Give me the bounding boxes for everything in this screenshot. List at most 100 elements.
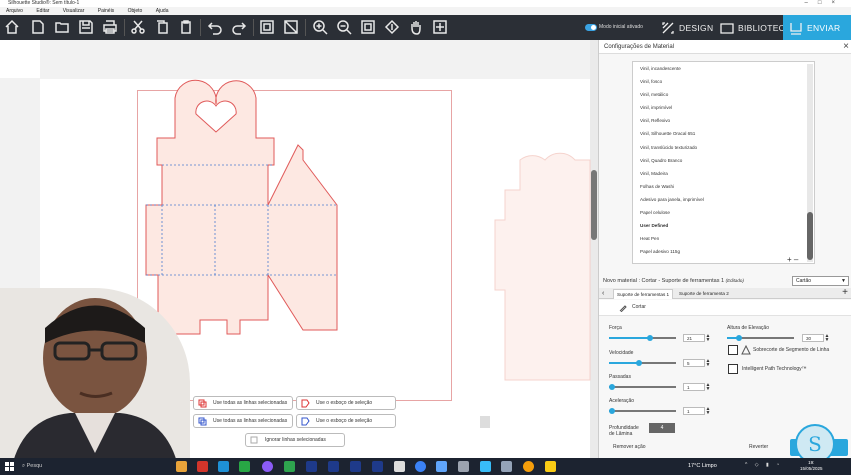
- passes-input[interactable]: 1: [683, 383, 705, 391]
- windows-taskbar: ⌕ Pesqu 17°C Limpo ^ ◇ ▮ ◔ 19: 15/05/202…: [0, 458, 851, 475]
- gift-box-shape[interactable]: [145, 79, 338, 335]
- material-list-scrollbar[interactable]: [807, 64, 813, 262]
- taskbar-app-icon[interactable]: [262, 461, 273, 472]
- revert-button[interactable]: Reverter: [749, 444, 768, 450]
- taskbar-app-icon[interactable]: [545, 461, 556, 472]
- taskbar-app-icon[interactable]: [176, 461, 187, 472]
- force-input[interactable]: 21: [683, 334, 705, 342]
- taskbar-app-icon[interactable]: [284, 461, 295, 472]
- material-list[interactable]: Vinil, incandescente Vinil, fosco Vinil,…: [632, 61, 815, 264]
- remove-action-button[interactable]: Remover ação: [613, 444, 646, 450]
- use-all-lines-blue-button[interactable]: Use todas as linhas selecionadas: [193, 414, 293, 428]
- material-item[interactable]: Folhas de Washi: [633, 180, 814, 193]
- send-icon: [790, 22, 802, 35]
- blade-icon: [619, 305, 627, 312]
- material-item[interactable]: Papel celulose: [633, 206, 814, 219]
- lift-height-stepper[interactable]: ▲ ▼: [824, 334, 830, 343]
- speed-stepper[interactable]: ▲ ▼: [705, 359, 711, 368]
- taskbar-app-icon[interactable]: [218, 461, 229, 472]
- passes-slider[interactable]: [609, 383, 676, 390]
- add-tool-icon[interactable]: +: [842, 287, 848, 298]
- use-all-lines-red-button[interactable]: Use todas as linhas selecionadas: [193, 396, 293, 410]
- taskbar-app-icon[interactable]: [306, 461, 317, 472]
- material-item[interactable]: Vinil, fosco: [633, 75, 814, 88]
- taskbar-app-icon[interactable]: [415, 461, 426, 472]
- ignore-icon: [250, 436, 258, 443]
- passes-slider-knob[interactable]: [609, 383, 615, 390]
- taskbar-app-icon[interactable]: [372, 461, 383, 472]
- speed-slider-knob[interactable]: [636, 359, 643, 366]
- acceleration-slider-knob[interactable]: [609, 407, 615, 414]
- new-material-edited: (Editado): [725, 278, 744, 283]
- taskbar-search[interactable]: ⌕ Pesqu: [22, 461, 142, 472]
- taskbar-app-icon[interactable]: [436, 461, 447, 472]
- taskbar-app-icon[interactable]: [350, 461, 361, 472]
- material-item[interactable]: Vinil, Reflexivo: [633, 114, 814, 127]
- material-item[interactable]: Vinil, translúcido texturizado: [633, 141, 814, 154]
- material-item-selected[interactable]: User Defined: [633, 219, 814, 232]
- windows-start-icon[interactable]: [5, 462, 14, 471]
- overcut-checkbox[interactable]: [728, 345, 738, 355]
- material-item[interactable]: Vinil, Silhouette Oracal 651: [633, 127, 814, 140]
- intelligent-path-checkbox[interactable]: [728, 364, 738, 374]
- lift-height-slider[interactable]: [727, 334, 794, 341]
- material-list-scroll-thumb[interactable]: [807, 212, 813, 260]
- tab-send[interactable]: ENVIAR: [783, 15, 851, 40]
- lift-height-slider-knob[interactable]: [736, 334, 743, 341]
- use-outline-blue-button[interactable]: Use o esboço de seleção: [296, 414, 396, 428]
- taskbar-app-icon[interactable]: [480, 461, 491, 472]
- speed-track: [639, 362, 676, 364]
- tab-library[interactable]: BIBLIOTECA: [720, 20, 791, 35]
- system-tray-icons[interactable]: ^ ◇ ▮ ◔: [745, 462, 782, 468]
- material-item[interactable]: Vinil, imprimível: [633, 101, 814, 114]
- tab-tool-holder-1[interactable]: Suporte de ferramentas 1: [613, 289, 674, 299]
- taskbar-app-icon[interactable]: [328, 461, 339, 472]
- panel-title: Configurações de Material: [604, 44, 675, 50]
- acceleration-input[interactable]: 1: [683, 407, 705, 415]
- ignore-lines-button[interactable]: Ignorar linhas selecionadas: [245, 433, 345, 447]
- use-outline-red-label: Use o esboço de seleção: [316, 400, 373, 406]
- material-item[interactable]: Vinil, incandescente: [633, 62, 814, 75]
- window-controls[interactable]: –□×: [805, 0, 845, 7]
- action-row[interactable]: Cortar: [599, 300, 851, 316]
- weather-text: 17°C Limpo: [688, 463, 717, 469]
- acceleration-stepper[interactable]: ▲ ▼: [705, 407, 711, 416]
- taskbar-search-placeholder: Pesqu: [26, 463, 43, 469]
- beginner-mode-label: Modo inicial ativado: [599, 24, 643, 30]
- passes-stepper[interactable]: ▲ ▼: [705, 383, 711, 392]
- force-slider[interactable]: [609, 334, 676, 341]
- material-item[interactable]: Vinil, Quadro Branco: [633, 154, 814, 167]
- taskbar-app-icon[interactable]: [501, 461, 512, 472]
- material-type-select[interactable]: Cartão: [792, 276, 849, 286]
- weather-widget[interactable]: 17°C Limpo: [688, 461, 717, 472]
- add-material-button[interactable]: +: [787, 255, 792, 264]
- close-icon[interactable]: ×: [843, 40, 849, 54]
- taskbar-app-icon[interactable]: [197, 461, 208, 472]
- chevron-left-icon[interactable]: ‹: [602, 288, 604, 299]
- presenter-portrait: [0, 288, 190, 475]
- lift-height-input[interactable]: 30: [802, 334, 824, 342]
- use-outline-red-button[interactable]: Use o esboço de seleção: [296, 396, 396, 410]
- small-marker: [480, 416, 490, 428]
- taskbar-app-icon[interactable]: [523, 461, 534, 472]
- taskbar-app-icon[interactable]: [239, 461, 250, 472]
- material-item[interactable]: Adesivo para janela, imprimível: [633, 193, 814, 206]
- blade-depth-input[interactable]: 4: [649, 423, 675, 433]
- speed-slider[interactable]: [609, 359, 676, 366]
- taskbar-app-icon[interactable]: [458, 461, 469, 472]
- acceleration-slider[interactable]: [609, 407, 676, 414]
- tab-tool-holder-2[interactable]: Suporte de ferramenta 2: [676, 289, 732, 299]
- force-stepper[interactable]: ▲ ▼: [705, 334, 711, 343]
- speed-input[interactable]: 5: [683, 359, 705, 367]
- material-item[interactable]: Vinil, metálico: [633, 88, 814, 101]
- lift-height-track: [737, 337, 794, 339]
- material-item[interactable]: Vinil, Madeira: [633, 167, 814, 180]
- tab-design[interactable]: DESIGN: [661, 20, 713, 35]
- remove-material-button[interactable]: –: [794, 255, 798, 264]
- taskbar-app-icon[interactable]: [394, 461, 405, 472]
- taskbar-clock[interactable]: 19: 15/05/2025: [800, 460, 823, 472]
- material-item[interactable]: Heat Pen: [633, 232, 814, 245]
- overcut-label: Sobrecorte de Segmento de Linha: [753, 347, 830, 353]
- panel-header: Configurações de Material ×: [599, 40, 851, 54]
- force-slider-knob[interactable]: [646, 334, 653, 341]
